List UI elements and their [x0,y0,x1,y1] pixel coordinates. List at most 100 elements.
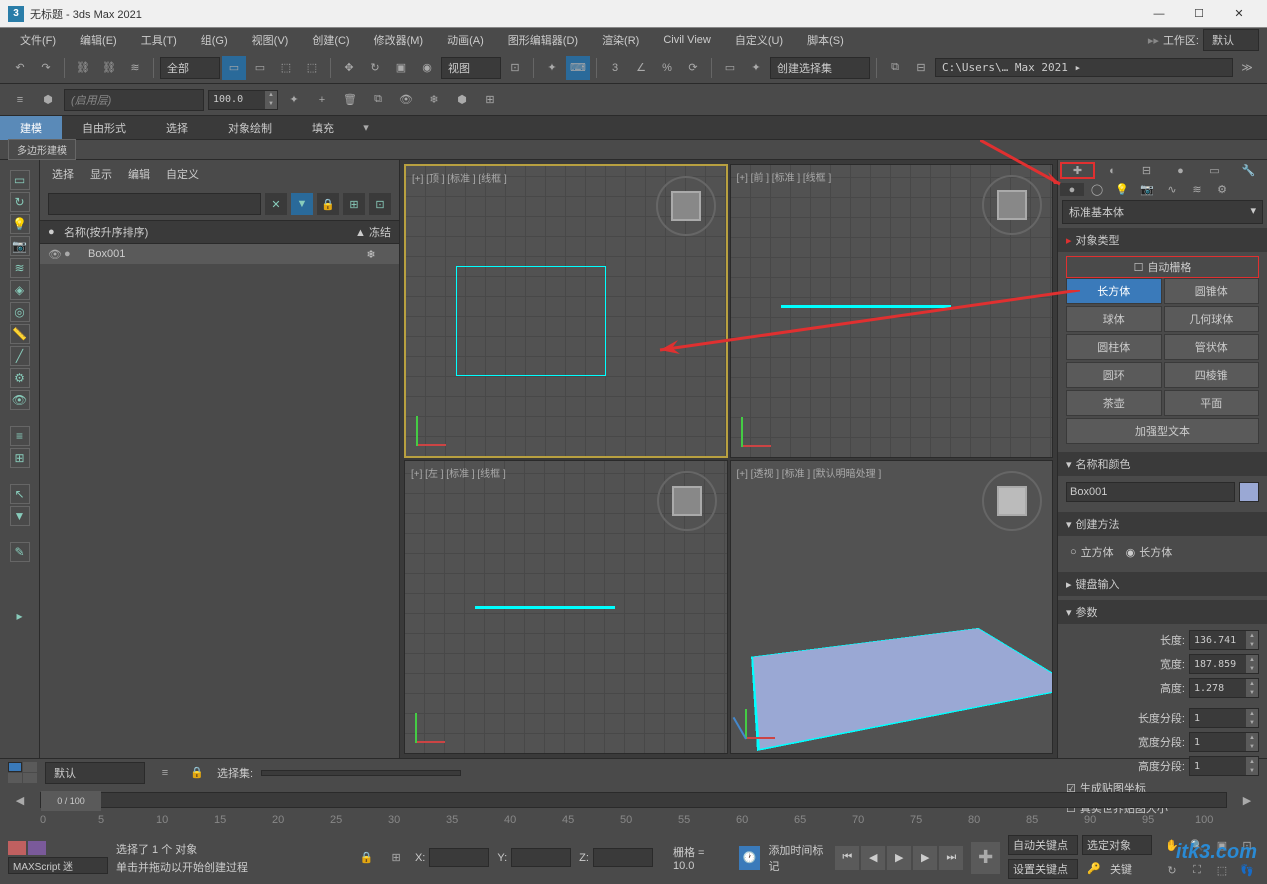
ltool-material-icon[interactable]: ◈ [10,280,30,300]
key-filter-icon[interactable]: 🔑 [1082,857,1106,881]
lights-subtab-icon[interactable]: 💡 [1110,183,1134,196]
cameras-subtab-icon[interactable]: 📷 [1135,183,1159,196]
placement-icon[interactable]: ◉ [415,56,439,80]
viewport-top[interactable]: [+] [顶 ] [标准 ] [线框 ] [404,164,728,458]
box-geometry-front[interactable] [781,305,951,308]
viewport-front[interactable]: [+] [前 ] [标准 ] [线框 ] [730,164,1054,458]
name-column[interactable]: 名称(按升序排序) [64,224,355,240]
percent-snap-icon[interactable]: % [655,56,679,80]
viewport-left[interactable]: [+] [左 ] [标准 ] [线框 ] [404,460,728,754]
set-key-button[interactable]: 设置关键点 [1008,859,1078,879]
menu-render[interactable]: 渲染(R) [590,32,651,48]
set-key-big-icon[interactable]: ✚ [971,842,1000,874]
rotate-icon[interactable]: ↻ [363,56,387,80]
tube-button[interactable]: 管状体 [1164,334,1260,360]
display-tab-icon[interactable]: ▭ [1198,162,1231,179]
search-opts-icon[interactable]: ⊡ [369,193,391,215]
x-input[interactable] [429,848,489,867]
ltool-light-icon[interactable]: 💡 [10,214,30,234]
textplus-button[interactable]: 加强型文本 [1066,418,1259,444]
search-lock-icon[interactable]: 🔒 [317,193,339,215]
ltool-hierarchy-icon[interactable]: ⊞ [10,448,30,468]
layer-duplicate-icon[interactable]: ⧉ [366,88,390,112]
shapes-subtab-icon[interactable]: ◯ [1085,183,1109,196]
selection-lock-icon[interactable]: 🔒 [185,761,209,785]
method-box-radio[interactable]: ◉长方体 [1126,544,1173,560]
object-color-swatch[interactable] [1239,482,1259,502]
y-input[interactable] [511,848,571,867]
layer-opacity[interactable]: ▲▼ [208,90,278,110]
freeze-icon[interactable]: ❄ [351,248,391,261]
snap3d-icon[interactable]: 3 [603,56,627,80]
select-icon[interactable]: ▭ [222,56,246,80]
ltool-list-icon[interactable]: ≡ [10,426,30,446]
auto-key-button[interactable]: 自动关键点 [1008,835,1078,855]
ribbon-tab-freeform[interactable]: 自由形式 [62,116,146,140]
key-filter-label[interactable]: 关键 [1110,861,1132,877]
scene-search-input[interactable] [48,193,261,215]
width-spinner[interactable]: ▲▼ [1189,654,1259,674]
scene-tab-customize[interactable]: 自定义 [166,166,199,182]
keyboard-shortcut-icon[interactable]: ⌨ [566,56,590,80]
scene-tab-select[interactable]: 选择 [52,166,74,182]
object-name-input[interactable] [1066,482,1235,502]
layout-default[interactable]: 默认 [45,762,145,784]
ltool-cycle-icon[interactable]: ↻ [10,192,30,212]
modify-tab-icon[interactable]: ◐ [1096,162,1129,179]
unlink-icon[interactable]: ⛓ [97,56,121,80]
box-geometry-left[interactable] [475,606,615,609]
ribbon-expand-icon[interactable]: ▾ [354,116,378,140]
time-next-icon[interactable]: ▶ [1235,788,1259,812]
time-ruler[interactable]: 0 5 10 15 20 25 30 35 40 45 50 55 60 65 … [0,814,1267,834]
viewport-persp[interactable]: [+] [透视 ] [标准 ] [默认明暗处理 ] [730,460,1054,754]
layer-hide-icon[interactable]: 👁 [394,88,418,112]
spinner-snap-icon[interactable]: ⟳ [681,56,705,80]
layers-icon[interactable]: ≡ [8,88,32,112]
vis-toggle-icon[interactable]: 👁 [48,248,64,261]
vp-label-front[interactable]: [+] [前 ] [标准 ] [线框 ] [737,169,832,184]
menu-graph[interactable]: 图形编辑器(D) [496,32,590,48]
layer-add-icon[interactable]: + [310,88,334,112]
ribbon-tab-selection[interactable]: 选择 [146,116,208,140]
workspace-value[interactable]: 默认 [1203,29,1259,51]
script-rec-icon[interactable] [8,841,26,855]
maxscript-input[interactable] [8,857,108,874]
time-slider[interactable]: 0 / 100 [40,792,1227,808]
ltool-select2-icon[interactable]: ↖ [10,484,30,504]
rollout-hdr-method[interactable]: ▾创建方法 [1058,512,1267,536]
link-icon[interactable]: ⛓ [71,56,95,80]
vp-layout-thumb[interactable] [8,762,22,772]
create-selset-icon[interactable]: ✦ [744,56,768,80]
undo-icon[interactable]: ↶ [8,56,32,80]
isolate-icon[interactable]: ≡ [153,761,177,785]
selection-set-dropdown[interactable]: 创建选择集 [770,57,870,79]
helpers-subtab-icon[interactable]: ∿ [1160,183,1184,196]
ltool-render-icon[interactable]: ◎ [10,302,30,322]
teapot-button[interactable]: 茶壶 [1066,390,1162,416]
height-spinner[interactable]: ▲▼ [1189,678,1259,698]
ribbon-tab-populate[interactable]: 填充 [292,116,354,140]
sphere-button[interactable]: 球体 [1066,306,1162,332]
rollout-hdr-objtype[interactable]: ▸对象类型 [1058,228,1267,252]
motion-tab-icon[interactable]: ● [1164,162,1197,179]
scene-tab-edit[interactable]: 编辑 [128,166,150,182]
plane-button[interactable]: 平面 [1164,390,1260,416]
wsegs-spinner[interactable]: ▲▼ [1189,732,1259,752]
ltool-unwrap-icon[interactable]: ≋ [10,258,30,278]
edit-selset-icon[interactable]: ▭ [718,56,742,80]
redo-icon[interactable]: ↷ [34,56,58,80]
layer-manager-icon[interactable]: ⬢ [36,88,60,112]
layer-new-icon[interactable]: ✦ [282,88,306,112]
select-name-icon[interactable]: ▭ [248,56,272,80]
z-input[interactable] [593,848,653,867]
rollout-hdr-params[interactable]: ▾参数 [1058,600,1267,624]
project-path[interactable]: C:\Users\… Max 2021 ▸ [935,58,1233,77]
pivot-icon[interactable]: ⊡ [503,56,527,80]
layer-delete-icon[interactable]: 🗑 [338,88,362,112]
more-icon[interactable]: ≫ [1235,56,1259,80]
box-button[interactable]: 长方体 [1066,278,1162,304]
scene-tab-display[interactable]: 显示 [90,166,112,182]
selection-set-bottom[interactable] [261,770,461,776]
method-cube-radio[interactable]: ○立方体 [1070,544,1114,560]
manipulate-icon[interactable]: ✦ [540,56,564,80]
